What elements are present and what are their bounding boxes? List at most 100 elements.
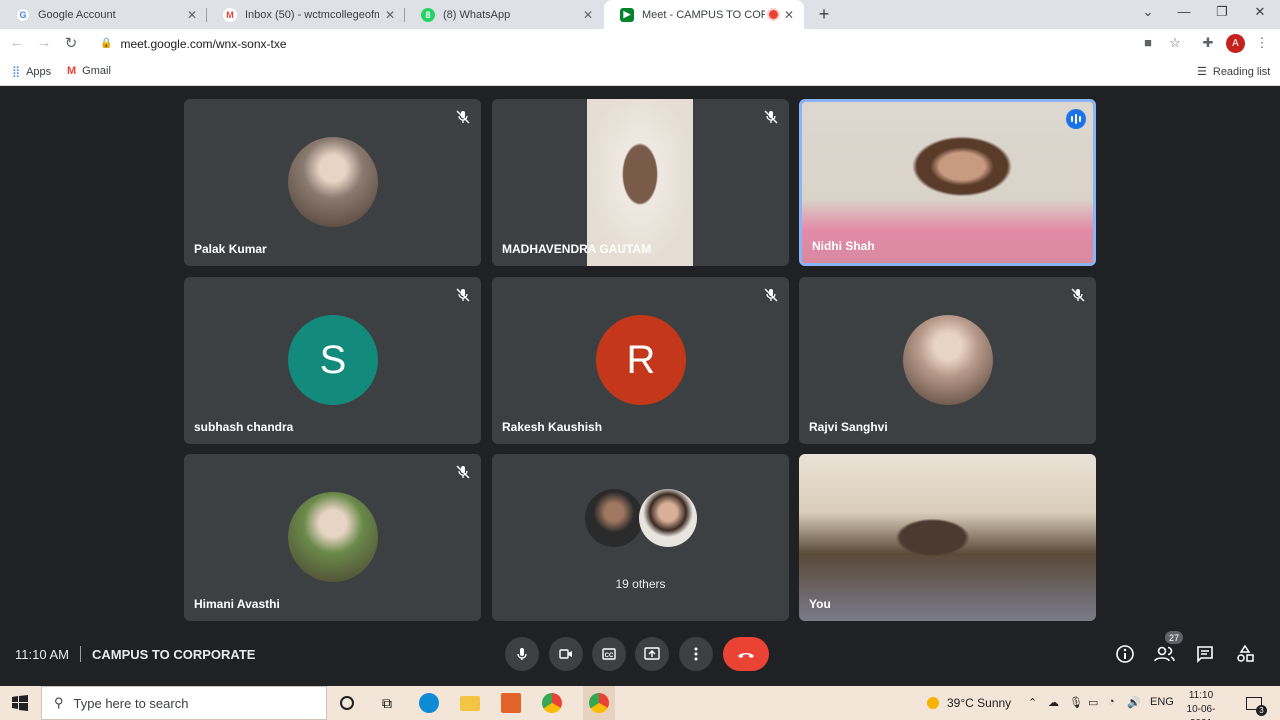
taskbar-clock[interactable]: 11:10 10-06-2021 bbox=[1178, 689, 1224, 720]
chrome-icon bbox=[589, 693, 609, 713]
cortana-button[interactable] bbox=[336, 692, 358, 714]
mic-off-icon bbox=[763, 109, 779, 125]
bookmarks-bar: ⣿ Apps M Gmail ☰ Reading list bbox=[0, 58, 1280, 86]
meeting-details: 11:10 AM CAMPUS TO CORPORATE bbox=[15, 646, 255, 662]
participant-name: Nidhi Shah bbox=[812, 239, 875, 253]
action-center-button[interactable]: 3 bbox=[1243, 692, 1267, 716]
microphone-tray-icon: 🎙 bbox=[1069, 697, 1083, 709]
close-icon[interactable]: ✕ bbox=[784, 8, 794, 22]
microphone-icon bbox=[517, 648, 527, 660]
maximize-button[interactable]: ❐ bbox=[1212, 4, 1232, 20]
lock-icon: 🔒 bbox=[100, 38, 113, 49]
captions-button[interactable]: CC bbox=[592, 637, 626, 671]
chat-icon bbox=[1197, 646, 1213, 663]
cortana-icon bbox=[340, 696, 354, 710]
cloud-icon: ☁ bbox=[1048, 697, 1059, 709]
participant-tile[interactable]: 19 others bbox=[492, 454, 789, 621]
back-button[interactable]: ← bbox=[8, 34, 26, 51]
file-explorer-taskbar-button[interactable] bbox=[459, 692, 481, 714]
extensions-icon[interactable]: ✚ bbox=[1199, 35, 1217, 51]
gmail-bookmark[interactable]: M Gmail bbox=[67, 65, 111, 77]
participant-tile[interactable]: Rajvi Sanghvi bbox=[799, 277, 1096, 444]
task-view-button[interactable]: ⧉ bbox=[376, 692, 398, 714]
tab-google-account[interactable]: G Google Account ✕ bbox=[0, 0, 207, 29]
taskbar-search[interactable]: ⚲ Type here to search bbox=[41, 686, 327, 720]
mic-off-icon bbox=[455, 464, 471, 480]
avatar-photo bbox=[639, 489, 697, 547]
notification-count: 3 bbox=[1256, 705, 1267, 716]
chat-button[interactable] bbox=[1194, 643, 1216, 665]
people-button[interactable] bbox=[1154, 643, 1176, 665]
participant-name: Rajvi Sanghvi bbox=[809, 420, 888, 434]
camera-icon[interactable]: ■ bbox=[1139, 35, 1157, 50]
present-screen-button[interactable] bbox=[635, 637, 669, 671]
present-icon bbox=[644, 647, 660, 660]
start-button[interactable] bbox=[9, 692, 31, 714]
tab-search-icon[interactable]: ⌄ bbox=[1138, 4, 1158, 20]
video-feed bbox=[799, 454, 1096, 621]
hang-up-icon bbox=[738, 653, 754, 658]
chrome-taskbar-button[interactable] bbox=[541, 692, 563, 714]
participant-name: You bbox=[809, 597, 831, 611]
more-vertical-icon bbox=[694, 647, 698, 661]
participant-tile[interactable]: Nidhi Shah bbox=[799, 99, 1096, 266]
participant-tile[interactable]: Palak Kumar bbox=[184, 99, 481, 266]
video-feed bbox=[587, 99, 693, 266]
info-icon bbox=[1116, 645, 1134, 663]
svg-text:CC: CC bbox=[605, 653, 614, 659]
participant-tile[interactable]: Ssubhash chandra bbox=[184, 277, 481, 444]
people-icon bbox=[1154, 646, 1175, 662]
new-tab-button[interactable]: + bbox=[814, 4, 834, 25]
meet-icon: ▶ bbox=[620, 7, 634, 22]
gmail-icon: M bbox=[223, 7, 237, 22]
video-camera-icon bbox=[559, 649, 572, 659]
weather-widget[interactable]: 39°C Sunny bbox=[927, 696, 1011, 710]
meeting-time: 11:10 AM bbox=[15, 646, 69, 662]
tab-whatsapp[interactable]: 8 (8) WhatsApp ✕ bbox=[405, 0, 603, 29]
tab-meet[interactable]: ▶ Meet - CAMPUS TO CORPOR ✕ bbox=[604, 0, 804, 29]
avatar-photo bbox=[288, 492, 378, 582]
apps-bookmark[interactable]: ⣿ Apps bbox=[12, 65, 51, 79]
mic-off-icon bbox=[455, 287, 471, 303]
address-bar[interactable]: 🔒 meet.google.com/wnx-sonx-txe bbox=[88, 31, 1188, 56]
camera-button[interactable] bbox=[549, 637, 583, 671]
tab-gmail-inbox[interactable]: M Inbox (50) - wctmcollegeofmanag ✕ bbox=[207, 0, 405, 29]
chrome-active-taskbar-button[interactable] bbox=[583, 686, 615, 720]
language-indicator[interactable]: ENG bbox=[1150, 696, 1174, 708]
app-icon bbox=[501, 693, 521, 713]
search-icon: ⚲ bbox=[54, 695, 64, 710]
participant-name: subhash chandra bbox=[194, 420, 294, 434]
recording-icon bbox=[768, 10, 778, 19]
participant-tile[interactable]: Himani Avasthi bbox=[184, 454, 481, 621]
edge-taskbar-button[interactable] bbox=[418, 692, 440, 714]
speaking-indicator-icon bbox=[1066, 109, 1086, 129]
close-icon[interactable]: ✕ bbox=[583, 8, 593, 22]
forward-button[interactable]: → bbox=[35, 34, 53, 51]
meeting-info-button[interactable] bbox=[1114, 643, 1136, 665]
reading-list-button[interactable]: ☰ Reading list bbox=[1197, 65, 1270, 79]
more-options-button[interactable] bbox=[679, 637, 713, 671]
meeting-title: CAMPUS TO CORPORATE bbox=[91, 646, 256, 662]
menu-icon[interactable]: ⋮ bbox=[1253, 35, 1271, 51]
close-window-button[interactable]: ✕ bbox=[1250, 4, 1270, 20]
avatar-photo bbox=[288, 137, 378, 227]
leave-call-button[interactable] bbox=[723, 637, 769, 671]
captions-icon: CC bbox=[602, 648, 616, 660]
microphone-button[interactable] bbox=[505, 637, 539, 671]
close-icon[interactable]: ✕ bbox=[385, 8, 395, 22]
participant-tile[interactable]: MADHAVENDRA GAUTAM bbox=[492, 99, 789, 266]
mic-off-icon bbox=[455, 109, 471, 125]
minimize-button[interactable]: — bbox=[1174, 4, 1194, 19]
activities-button[interactable] bbox=[1234, 643, 1256, 665]
participant-tile[interactable]: R Rakesh Kaushish bbox=[492, 277, 789, 444]
participant-name: Rakesh Kaushish bbox=[502, 420, 603, 434]
participant-tile[interactable]: You bbox=[799, 454, 1096, 621]
bookmark-star-icon[interactable]: ☆ bbox=[1166, 35, 1184, 51]
meet-control-bar: 11:10 AM CAMPUS TO CORPORATE CC bbox=[0, 623, 1280, 686]
app-taskbar-button[interactable] bbox=[500, 692, 522, 714]
reload-button[interactable]: ↻ bbox=[62, 34, 80, 52]
close-icon[interactable]: ✕ bbox=[187, 8, 197, 22]
sun-icon bbox=[927, 697, 939, 709]
show-hidden-icons-button[interactable]: ⌃ bbox=[1028, 696, 1037, 709]
profile-avatar[interactable]: A bbox=[1226, 34, 1245, 53]
